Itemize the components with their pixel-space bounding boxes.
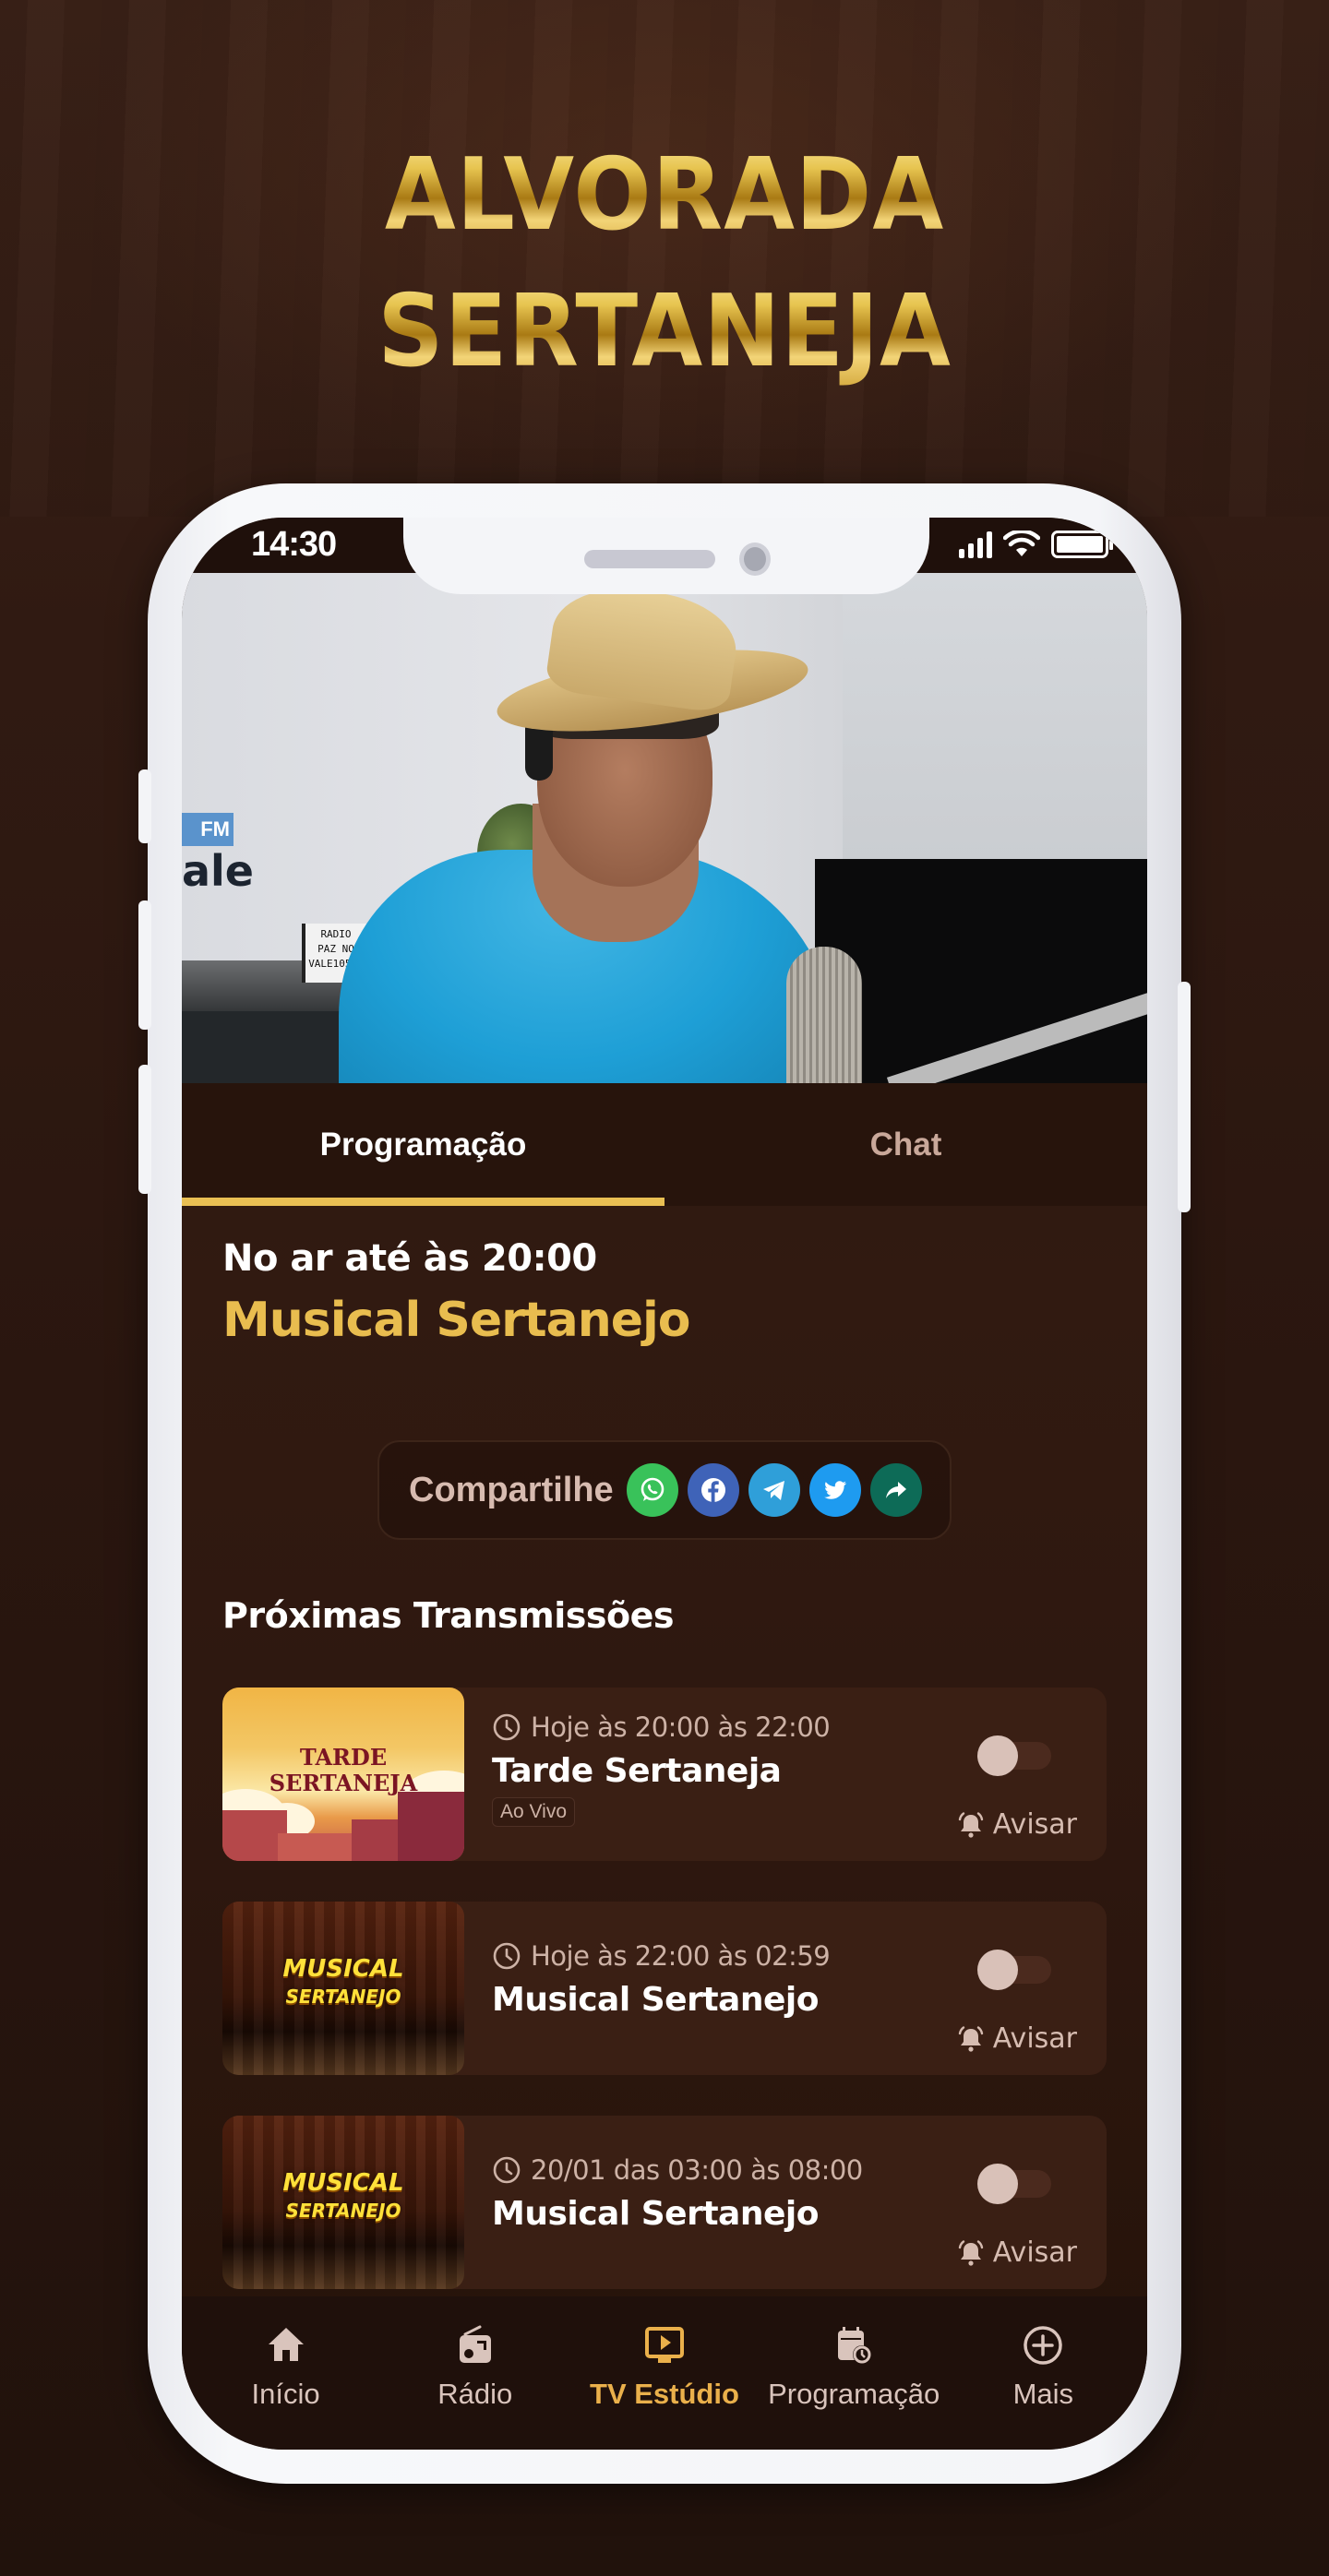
now-playing-title: Musical Sertanejo [222,1293,691,1348]
bell-ringing-icon [958,2239,983,2266]
live-video-player[interactable]: FM ale RADIO PAZ NO VALE105.9 [182,573,1147,1083]
clock-icon [493,2156,521,2184]
notify-toggle[interactable] [977,1950,1051,1990]
tab-active-indicator [182,1198,664,1206]
schedule-card[interactable]: MUSICAL SERTANEJO Hoje às 22:00 às 02:59… [222,1902,1107,2075]
bottom-navigation: Início Rádio TV Estúdio Programação Mais [182,2296,1147,2450]
studio-name-sign: ale [182,846,255,896]
program-thumbnail: MUSICAL SERTANEJO [222,2116,464,2289]
tv-play-icon [644,2327,684,2363]
nav-mais[interactable]: Mais [951,2296,1135,2450]
program-time: Hoje às 20:00 às 22:00 [531,1711,831,1743]
telegram-icon [762,1481,784,1500]
share-label: Compartilhe [409,1470,614,1509]
schedule-card[interactable]: TARDE SERTANEJA Hoje às 20:00 às 22:00 T… [222,1688,1107,1861]
bell-ringing-icon [958,2025,983,2052]
tab-programacao[interactable]: Programação [182,1083,664,1206]
notify-button[interactable]: Avisar [956,1808,1077,1841]
brand-line-2: SERTANEJA [54,264,1276,400]
calendar-clock-icon [838,2327,872,2364]
facebook-icon [700,1478,725,1502]
share-telegram-button[interactable] [748,1463,800,1517]
nav-tv-estudio[interactable]: TV Estúdio [572,2296,757,2450]
home-icon [268,2328,304,2361]
program-time: Hoje às 22:00 às 02:59 [531,1940,831,1972]
whatsapp-icon [641,1477,664,1501]
program-thumbnail: TARDE SERTANEJA [222,1688,464,1861]
mute-switch [138,769,151,843]
phone-frame: 14:30 FM ale RADIO PAZ NO VALE105.9 Prog… [138,483,1191,2484]
studio-fm-sign: FM [182,813,233,846]
notify-button[interactable]: Avisar [956,2236,1077,2269]
status-icons [959,531,1113,558]
clock-icon [493,1713,521,1741]
content-tabs: Programação Chat [182,1083,1147,1206]
on-air-until: No ar até às 20:00 [222,1237,597,1280]
battery-icon [1051,531,1113,558]
plus-circle-icon [1024,2326,1063,2365]
power-button [1178,982,1191,1212]
radio-icon [459,2325,491,2363]
notify-toggle[interactable] [977,2164,1051,2204]
bell-ringing-icon [958,1811,983,1838]
share-arrow-icon [885,1482,906,1498]
tab-chat[interactable]: Chat [664,1083,1147,1206]
program-title: Tarde Sertaneja [492,1752,782,1790]
wifi-icon [1003,531,1040,556]
live-badge: Ao Vivo [492,1797,575,1827]
status-time: 14:30 [251,525,337,564]
front-camera [739,543,771,576]
microphone [786,947,862,1083]
volume-up-button [138,900,151,1030]
upcoming-section-title: Próximas Transmissões [222,1595,674,1636]
twitter-icon [823,1481,846,1499]
clock-icon [493,1942,521,1970]
nav-inicio[interactable]: Início [194,2296,378,2450]
brand-line-1: ALVORADA [54,127,1276,264]
program-title: Musical Sertanejo [492,1981,819,2019]
nav-programacao[interactable]: Programação [761,2296,946,2450]
program-title: Musical Sertanejo [492,2195,819,2233]
notch [403,518,929,594]
notify-toggle[interactable] [977,1735,1051,1776]
share-facebook-button[interactable] [687,1463,739,1517]
share-twitter-button[interactable] [808,1463,861,1517]
signal-icon [959,531,992,558]
share-more-button[interactable] [869,1463,922,1517]
share-whatsapp-button[interactable] [626,1463,678,1517]
share-bar: Compartilhe [377,1440,952,1540]
nav-radio[interactable]: Rádio [383,2296,568,2450]
program-thumbnail: MUSICAL SERTANEJO [222,1902,464,2075]
notify-button[interactable]: Avisar [956,2022,1077,2055]
phone-screen: 14:30 FM ale RADIO PAZ NO VALE105.9 Prog… [182,518,1147,2450]
schedule-card[interactable]: MUSICAL SERTANEJO 20/01 das 03:00 às 08:… [222,2116,1107,2289]
program-time: 20/01 das 03:00 às 08:00 [531,2154,863,2186]
earpiece-speaker [584,550,715,568]
now-playing: No ar até às 20:00 Musical Sertanejo [222,1237,691,1348]
brand-logo: ALVORADA SERTANEJA [0,127,1329,400]
volume-down-button [138,1065,151,1194]
